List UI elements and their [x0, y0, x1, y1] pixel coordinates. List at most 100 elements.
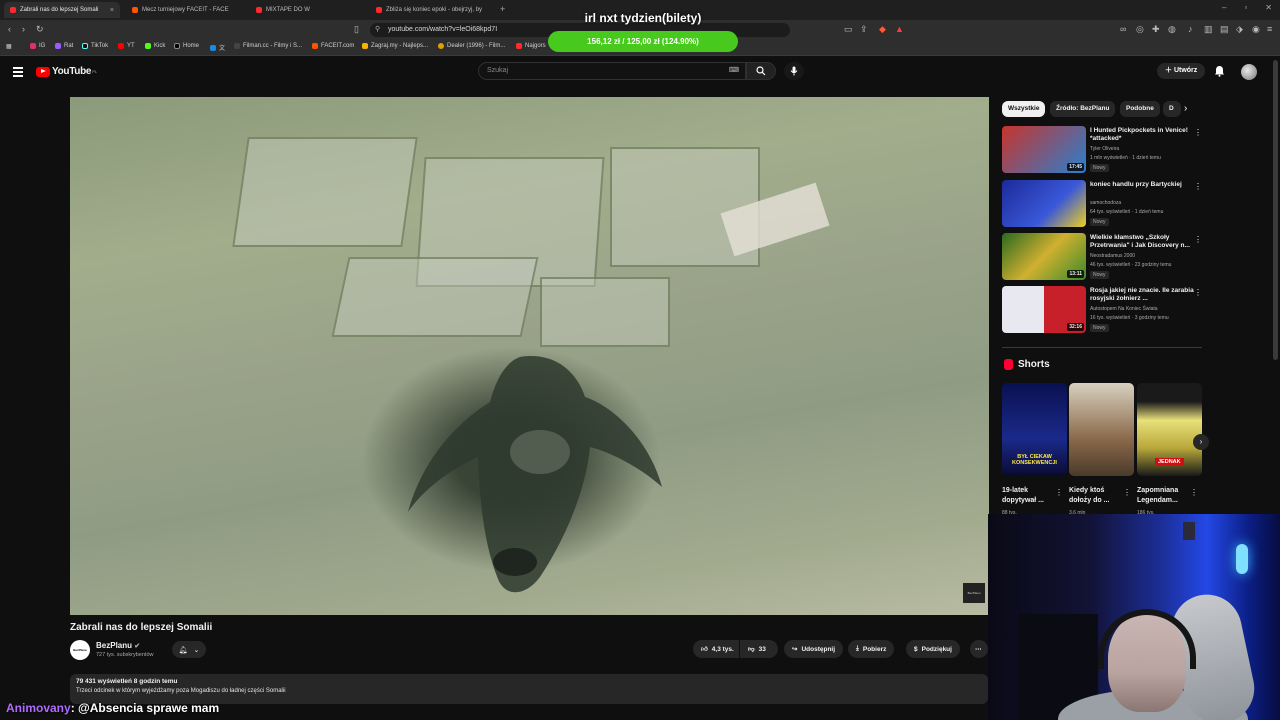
close-window-icon[interactable]: ✕ — [1265, 3, 1272, 12]
more-vertical-icon[interactable]: ⋮ — [1123, 488, 1131, 497]
forward-icon[interactable]: › — [22, 24, 25, 34]
page-scrollbar[interactable] — [1273, 60, 1278, 360]
hamburger-menu-icon[interactable] — [13, 67, 23, 79]
video-title[interactable]: Rosja jakiej nie znacie. Ile zarabia ros… — [1090, 287, 1194, 303]
browser-tab-active[interactable]: Zabrali nas do lepszej Somali × — [4, 2, 120, 18]
share-icon[interactable]: ⇪ — [860, 24, 868, 35]
video-title[interactable]: I Hunted Pickpockets in Venice! *attacke… — [1090, 127, 1194, 143]
more-actions-button[interactable]: ⋯ — [970, 640, 988, 658]
channel-name[interactable]: Neostradamus 2000 — [1090, 253, 1135, 259]
profile-icon[interactable]: ◉ — [1252, 24, 1260, 35]
bookmark-item[interactable]: Home — [174, 43, 199, 49]
search-input[interactable]: Szukaj ⌨ — [478, 62, 746, 80]
bookmark-item[interactable]: YT — [118, 43, 135, 49]
subscription-notifications-button[interactable]: 🔔︎ ⌄ — [172, 641, 206, 658]
chevron-right-icon[interactable]: › — [1184, 103, 1187, 114]
chip-all[interactable]: Wszystkie — [1002, 101, 1046, 117]
sidebar-icon[interactable]: ▥ — [1204, 24, 1213, 35]
browser-tab[interactable]: MIXTAPE DO W — [250, 2, 366, 18]
youtube-logo[interactable]: YouTube PL — [36, 66, 97, 77]
screen-icon[interactable]: ▭ — [844, 24, 853, 35]
search-button[interactable] — [746, 62, 776, 80]
extension-icon[interactable]: ◍ — [1168, 24, 1176, 35]
extension-icon[interactable]: ◎ — [1136, 24, 1144, 35]
notifications-bell-icon[interactable] — [1214, 65, 1225, 77]
chip-related[interactable]: Podobne — [1120, 101, 1160, 117]
more-vertical-icon[interactable]: ⋮ — [1194, 235, 1202, 244]
bookmark-item[interactable]: Kick — [145, 43, 165, 49]
bookmark-item[interactable]: Filman.cc - Filmy i S... — [234, 43, 302, 49]
puzzle-icon[interactable]: ✚ — [1152, 24, 1160, 35]
more-vertical-icon[interactable]: ⋮ — [1190, 488, 1198, 497]
more-vertical-icon[interactable]: ⋮ — [1055, 488, 1063, 497]
more-vertical-icon[interactable]: ⋮ — [1194, 182, 1202, 191]
video-meta: 1 mln wyświetleń · 1 dzień temu — [1090, 155, 1161, 161]
short-title[interactable]: Zapomniana Legendam... — [1137, 486, 1195, 506]
bookmark-item[interactable]: Zagraj.my - Najleps... — [362, 43, 428, 49]
channel-avatar[interactable]: BezPlanu — [70, 640, 90, 660]
bookmark-item[interactable]: IG — [30, 43, 45, 49]
recommended-video[interactable]: 32:16 Rosja jakiej nie znacie. Ile zarab… — [1002, 286, 1202, 336]
shorts-next-arrow-icon[interactable]: › — [1193, 434, 1209, 450]
voice-search-button[interactable] — [784, 62, 804, 80]
apps-icon[interactable]: ▦ — [6, 43, 12, 50]
video-thumbnail[interactable] — [1002, 180, 1086, 227]
download-button[interactable]: ⤓ Pobierz — [848, 640, 895, 658]
recommended-video[interactable]: 13:11 Wielkie kłamstwo „Szkoły Przetrwan… — [1002, 233, 1202, 283]
lamp — [1236, 544, 1248, 574]
bookmark-item[interactable]: FACEIT.com — [312, 43, 354, 49]
rewards-icon[interactable]: ▲ — [895, 24, 904, 34]
minimize-icon[interactable]: – — [1222, 3, 1226, 12]
bookmark-item[interactable]: TikTok — [82, 43, 108, 49]
recommended-video[interactable]: 17:45 I Hunted Pickpockets in Venice! *a… — [1002, 126, 1202, 176]
channel-name[interactable]: samochodoza — [1090, 200, 1121, 206]
music-icon[interactable]: ♪ — [1188, 24, 1193, 34]
site-info-icon[interactable]: ⚲ — [375, 23, 380, 37]
short-thumbnail[interactable]: JEDNAK — [1137, 383, 1202, 476]
channel-name[interactable]: Tyler Oliveira — [1090, 146, 1119, 152]
video-thumbnail[interactable]: 13:11 — [1002, 233, 1086, 280]
duration-badge: 13:11 — [1067, 270, 1084, 278]
browser-tab[interactable]: Zbliża się koniec epoki - obejrzyj, by — [370, 2, 494, 18]
more-vertical-icon[interactable]: ⋮ — [1194, 128, 1202, 137]
video-player[interactable]: BezPlanu — [70, 97, 989, 615]
video-title[interactable]: koniec handlu przy Bartyckiej — [1090, 181, 1194, 189]
video-thumbnail[interactable]: 17:45 — [1002, 126, 1086, 173]
share-button[interactable]: ↪ Udostępnij — [784, 640, 844, 658]
create-button[interactable]: ＋ Utwórz — [1157, 63, 1206, 79]
short-title[interactable]: 19-latek dopytywał ... — [1002, 486, 1060, 506]
bookmark-item[interactable]: Dealer (1996) - Film... — [438, 43, 505, 49]
extension-icon[interactable]: ∞ — [1120, 24, 1126, 34]
channel-name[interactable]: Autostopem Na Koniec Świata — [1090, 306, 1158, 312]
browser-tab[interactable]: Mecz turniejowy FACEIT - FACE — [126, 2, 244, 18]
short-title[interactable]: Kiedy ktoś dołoży do ... — [1069, 486, 1127, 506]
recommended-video[interactable]: koniec handlu przy Bartyckiej samochodoz… — [1002, 180, 1202, 230]
user-avatar[interactable] — [1241, 64, 1257, 80]
back-icon[interactable]: ‹ — [8, 24, 11, 34]
short-thumbnail[interactable] — [1069, 383, 1134, 476]
dislike-button[interactable]: 👎︎ 33 — [740, 640, 778, 658]
channel-name[interactable]: BezPlanu ✔ — [96, 641, 140, 650]
thanks-button[interactable]: $ Podziękuj — [906, 640, 960, 658]
vpn-icon[interactable]: ⬗ — [1236, 24, 1243, 35]
chip-from-channel[interactable]: Źródło: BezPlanu — [1050, 101, 1116, 117]
close-tab-icon[interactable]: × — [110, 7, 114, 14]
chip-more[interactable]: D — [1163, 101, 1181, 117]
maximize-icon[interactable]: ▫ — [1244, 3, 1247, 12]
brave-shield-icon[interactable]: ◆ — [879, 24, 886, 35]
new-tab-icon[interactable]: + — [500, 4, 505, 14]
like-button[interactable]: 👍︎ 4,3 tys. — [693, 640, 739, 658]
short-thumbnail[interactable]: BYŁ CIEKAW KONSEKWENCJI — [1002, 383, 1067, 476]
video-thumbnail[interactable]: 32:16 — [1002, 286, 1086, 333]
channel-watermark[interactable]: BezPlanu — [963, 583, 985, 603]
reload-icon[interactable]: ↻ — [36, 24, 44, 35]
bookmark-icon[interactable]: ▯ — [354, 24, 359, 35]
video-title[interactable]: Wielkie kłamstwo „Szkoły Przetrwania" i … — [1090, 234, 1194, 250]
bookmark-item[interactable]: Najgors — [516, 43, 546, 49]
keyboard-icon[interactable]: ⌨ — [729, 63, 739, 79]
bookmark-item[interactable]: 文 — [210, 43, 225, 52]
menu-icon[interactable]: ≡ — [1267, 24, 1272, 34]
bookmark-item[interactable]: Rat — [55, 43, 73, 49]
wallet-icon[interactable]: ▤ — [1220, 24, 1229, 35]
more-vertical-icon[interactable]: ⋮ — [1194, 288, 1202, 297]
